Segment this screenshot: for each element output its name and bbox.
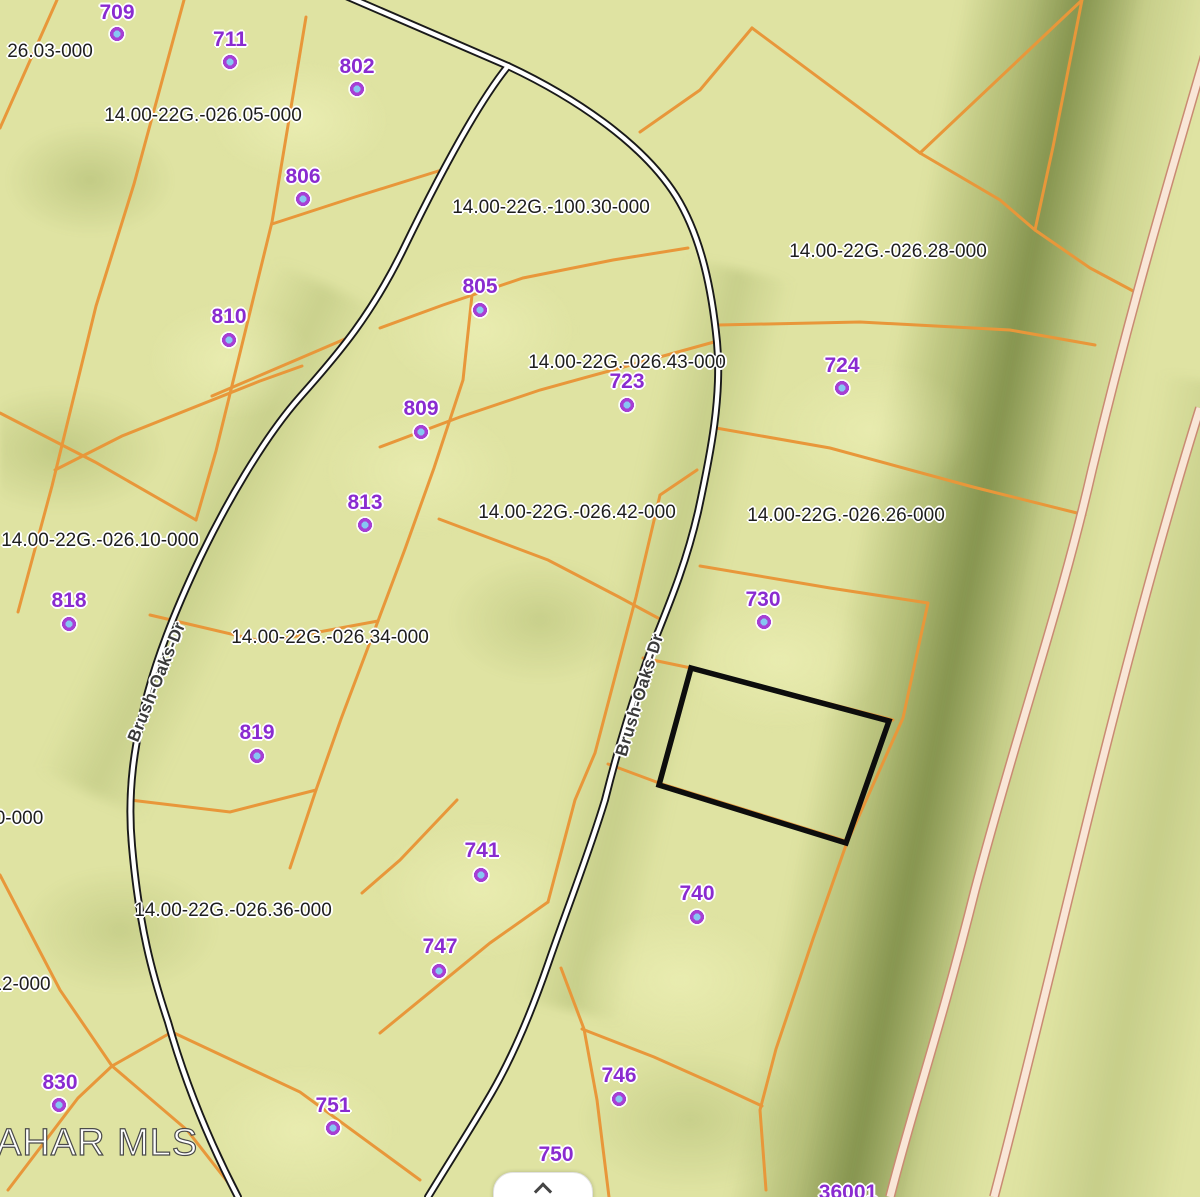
lot-number-label: 819	[239, 721, 274, 745]
lot-number-label: 36001	[819, 1181, 877, 1197]
lot-number-label: 741	[464, 839, 499, 863]
lot-number-label: 746	[601, 1064, 636, 1088]
lot-marker-dot[interactable]	[324, 1119, 342, 1137]
parcel-id-label: 0-000	[0, 808, 43, 830]
parcel-id-label: 14.00-22G.-026.28-000	[789, 241, 987, 263]
lot-number-label: 747	[422, 935, 457, 959]
lot-marker-dot[interactable]	[412, 423, 430, 441]
lot-number-label: 810	[211, 305, 246, 329]
lot-marker-dot[interactable]	[221, 53, 239, 71]
parcel-id-label: 12-000	[0, 974, 51, 996]
expand-map-button[interactable]	[493, 1172, 593, 1197]
lot-number-label: 750	[538, 1143, 573, 1167]
selected-parcel-outline[interactable]	[659, 668, 889, 843]
lot-marker-dot[interactable]	[471, 301, 489, 319]
lot-number-label: 740	[679, 882, 714, 906]
lot-marker-dot[interactable]	[220, 331, 238, 349]
lot-number-label: 806	[285, 165, 320, 189]
map-linework	[0, 0, 1200, 1197]
parcel-id-label: 14.00-22G.-026.10-000	[1, 530, 199, 552]
lot-number-label: 802	[339, 55, 374, 79]
lot-number-label: 730	[745, 588, 780, 612]
lot-marker-dot[interactable]	[348, 80, 366, 98]
lot-number-label: 751	[315, 1094, 350, 1118]
chevron-up-icon	[534, 1182, 552, 1197]
parcel-id-label: 14.00-22G.-026.36-000	[134, 900, 332, 922]
lot-number-label: 724	[824, 354, 859, 378]
lot-marker-dot[interactable]	[472, 866, 490, 884]
lot-marker-dot[interactable]	[50, 1096, 68, 1114]
lot-number-label: 711	[213, 28, 247, 52]
lot-marker-dot[interactable]	[833, 379, 851, 397]
lot-number-label: 813	[347, 491, 382, 515]
lot-marker-dot[interactable]	[755, 613, 773, 631]
lot-marker-dot[interactable]	[430, 962, 448, 980]
lot-number-label: 830	[42, 1071, 77, 1095]
lot-number-label: 818	[51, 589, 86, 613]
parcel-id-label: 14.00-22G.-026.26-000	[747, 505, 945, 527]
parcel-id-label: 26.03-000	[7, 41, 93, 63]
lot-marker-dot[interactable]	[294, 190, 312, 208]
lot-marker-dot[interactable]	[618, 396, 636, 414]
lot-number-label: 805	[462, 275, 497, 299]
lot-marker-dot[interactable]	[688, 908, 706, 926]
lot-marker-dot[interactable]	[108, 25, 126, 43]
utility-corridor-lines	[890, 52, 1200, 1197]
lot-marker-dot[interactable]	[356, 516, 374, 534]
lot-number-label: 809	[403, 397, 438, 421]
parcel-id-label: 14.00-22G.-026.42-000	[478, 502, 676, 524]
watermark: AHAR MLS	[0, 1122, 198, 1165]
parcel-id-label: 14.00-22G.-026.05-000	[104, 105, 302, 127]
road-brush-oaks-dr	[130, 0, 718, 1197]
lot-number-label: 709	[99, 1, 134, 25]
lot-number-label: 723	[609, 370, 644, 394]
parcel-id-label: 14.00-22G.-100.30-000	[452, 197, 650, 219]
lot-marker-dot[interactable]	[60, 615, 78, 633]
lot-marker-dot[interactable]	[610, 1090, 628, 1108]
lot-marker-dot[interactable]	[248, 747, 266, 765]
parcel-id-label: 14.00-22G.-026.34-000	[231, 627, 429, 649]
map-canvas[interactable]: 26.03-000 14.00-22G.-026.05-000 14.00-22…	[0, 0, 1200, 1197]
